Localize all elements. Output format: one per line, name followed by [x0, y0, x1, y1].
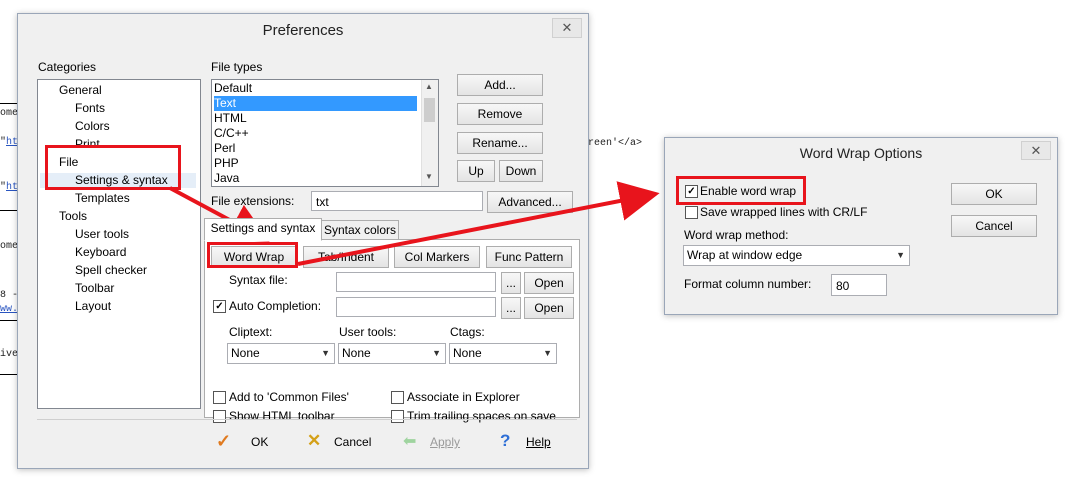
arrow-to-word-wrap-options: [297, 181, 660, 266]
tab-settings-and-syntax[interactable]: Settings and syntax: [204, 218, 322, 241]
annotation-arrows: [169, 181, 660, 266]
